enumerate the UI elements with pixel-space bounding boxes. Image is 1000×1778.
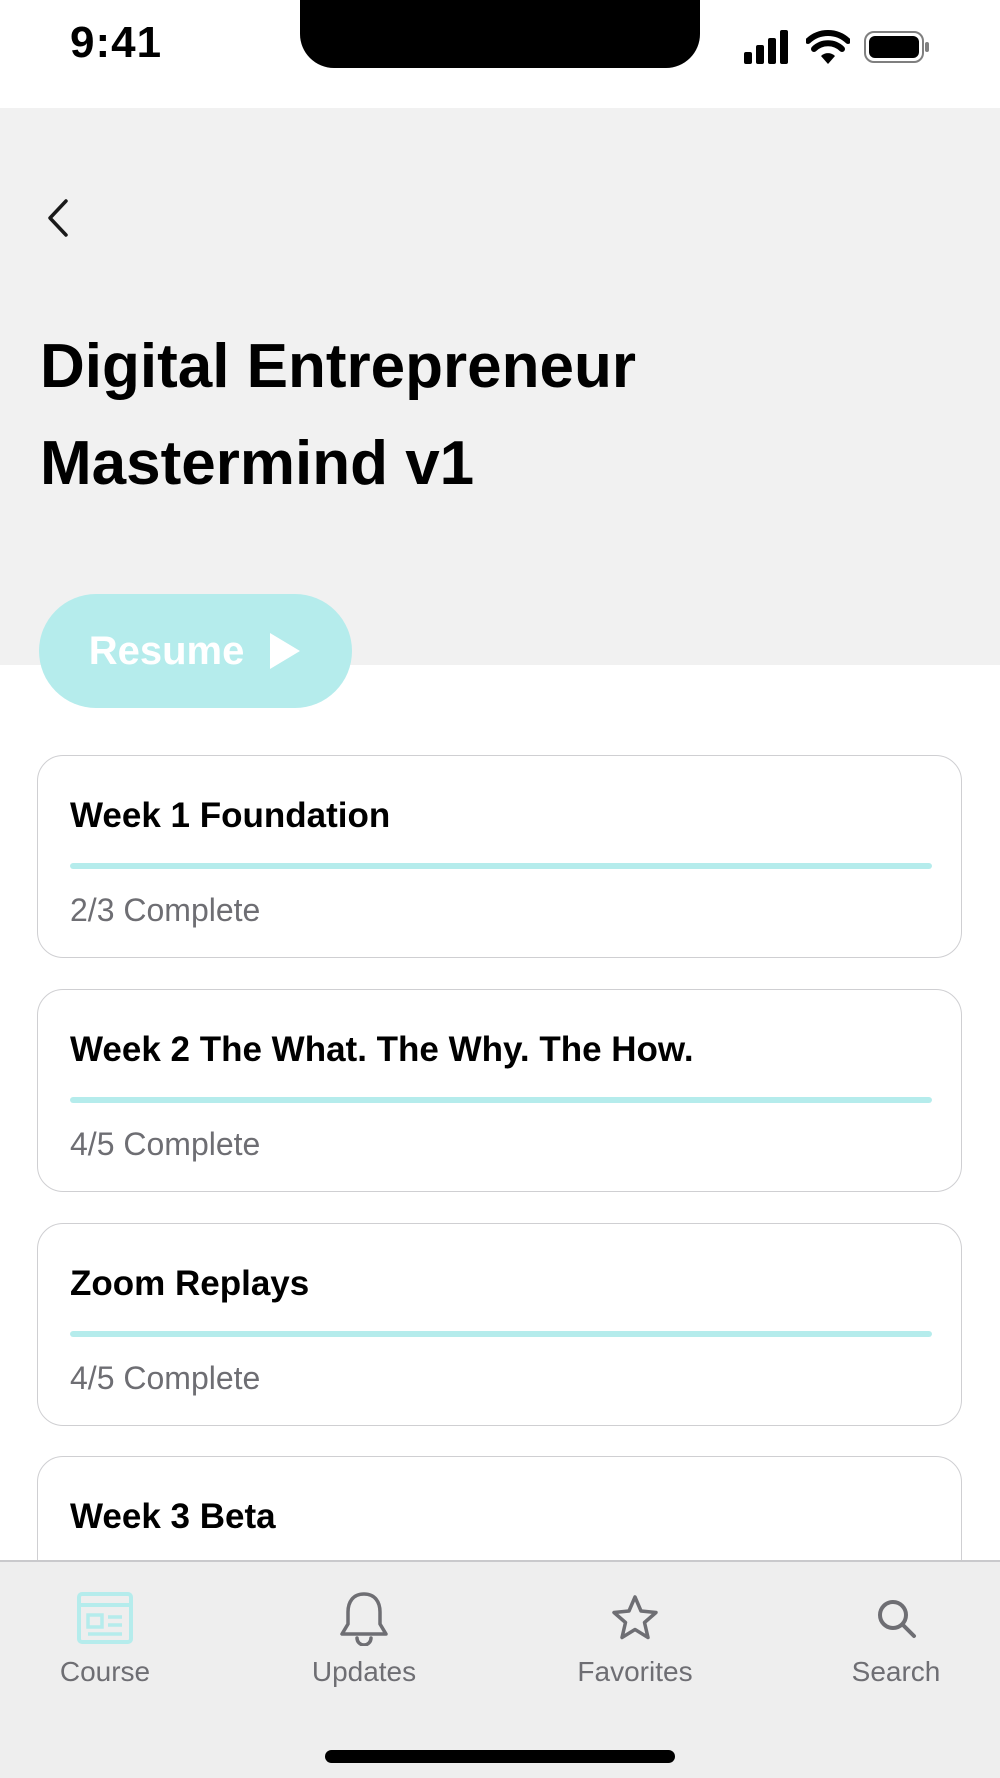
battery-icon: [864, 31, 929, 63]
bell-icon: [340, 1592, 388, 1646]
tab-label: Favorites: [577, 1656, 693, 1687]
wifi-icon: [806, 30, 850, 64]
search-icon: [878, 1600, 916, 1638]
cellular-signal-icon: [744, 30, 788, 64]
tab-label: Search: [851, 1656, 941, 1687]
course-icon: [77, 1592, 133, 1644]
module-title: Week 1 Foundation: [70, 796, 391, 835]
notch: [300, 0, 700, 68]
tab-label: Updates: [311, 1656, 417, 1687]
tab-favorites[interactable]: Favorites: [535, 1588, 735, 1688]
resume-button-label: Resume: [88, 628, 245, 673]
module-progress-bar: [70, 1331, 932, 1337]
back-button[interactable]: [40, 195, 80, 241]
tab-bar: Course Updates Favorites Search: [0, 1560, 1000, 1778]
star-icon: [612, 1595, 658, 1640]
tab-updates[interactable]: Updates: [264, 1588, 464, 1688]
module-card[interactable]: Zoom Replays 4/5 Complete: [37, 1223, 962, 1426]
module-progress-fill: [70, 1331, 932, 1337]
status-bar: 9:41: [0, 0, 1000, 108]
status-icons: [744, 30, 930, 64]
page-title-line-2: Mastermind v1: [40, 429, 475, 498]
module-progress-bar: [70, 863, 932, 869]
tab-label: Course: [59, 1656, 151, 1687]
module-title: Zoom Replays: [70, 1264, 310, 1303]
module-progress-bar: [70, 1097, 932, 1103]
module-status: 4/5 Complete: [70, 1360, 261, 1396]
page-title: Digital Entrepreneur Mastermind v1: [40, 318, 920, 512]
module-progress-fill: [70, 863, 932, 869]
module-status: 2/3 Complete: [70, 892, 261, 928]
module-title: Week 2 The What. The Why. The How.: [70, 1030, 694, 1069]
chevron-left-icon: [48, 199, 68, 237]
status-time: 9:41: [70, 18, 163, 67]
module-card[interactable]: Week 1 Foundation 2/3 Complete: [37, 755, 962, 958]
resume-button[interactable]: Resume: [39, 594, 352, 708]
module-card[interactable]: Week 2 The What. The Why. The How. 4/5 C…: [37, 989, 962, 1192]
play-icon: [270, 633, 301, 669]
home-indicator: [325, 1750, 675, 1763]
tab-search[interactable]: Search: [796, 1588, 996, 1688]
module-title: Week 3 Beta: [70, 1497, 276, 1536]
page-title-line-1: Digital Entrepreneur: [40, 332, 636, 401]
tab-course[interactable]: Course: [5, 1588, 205, 1688]
module-progress-fill: [70, 1097, 932, 1103]
module-status: 4/5 Complete: [70, 1126, 261, 1162]
